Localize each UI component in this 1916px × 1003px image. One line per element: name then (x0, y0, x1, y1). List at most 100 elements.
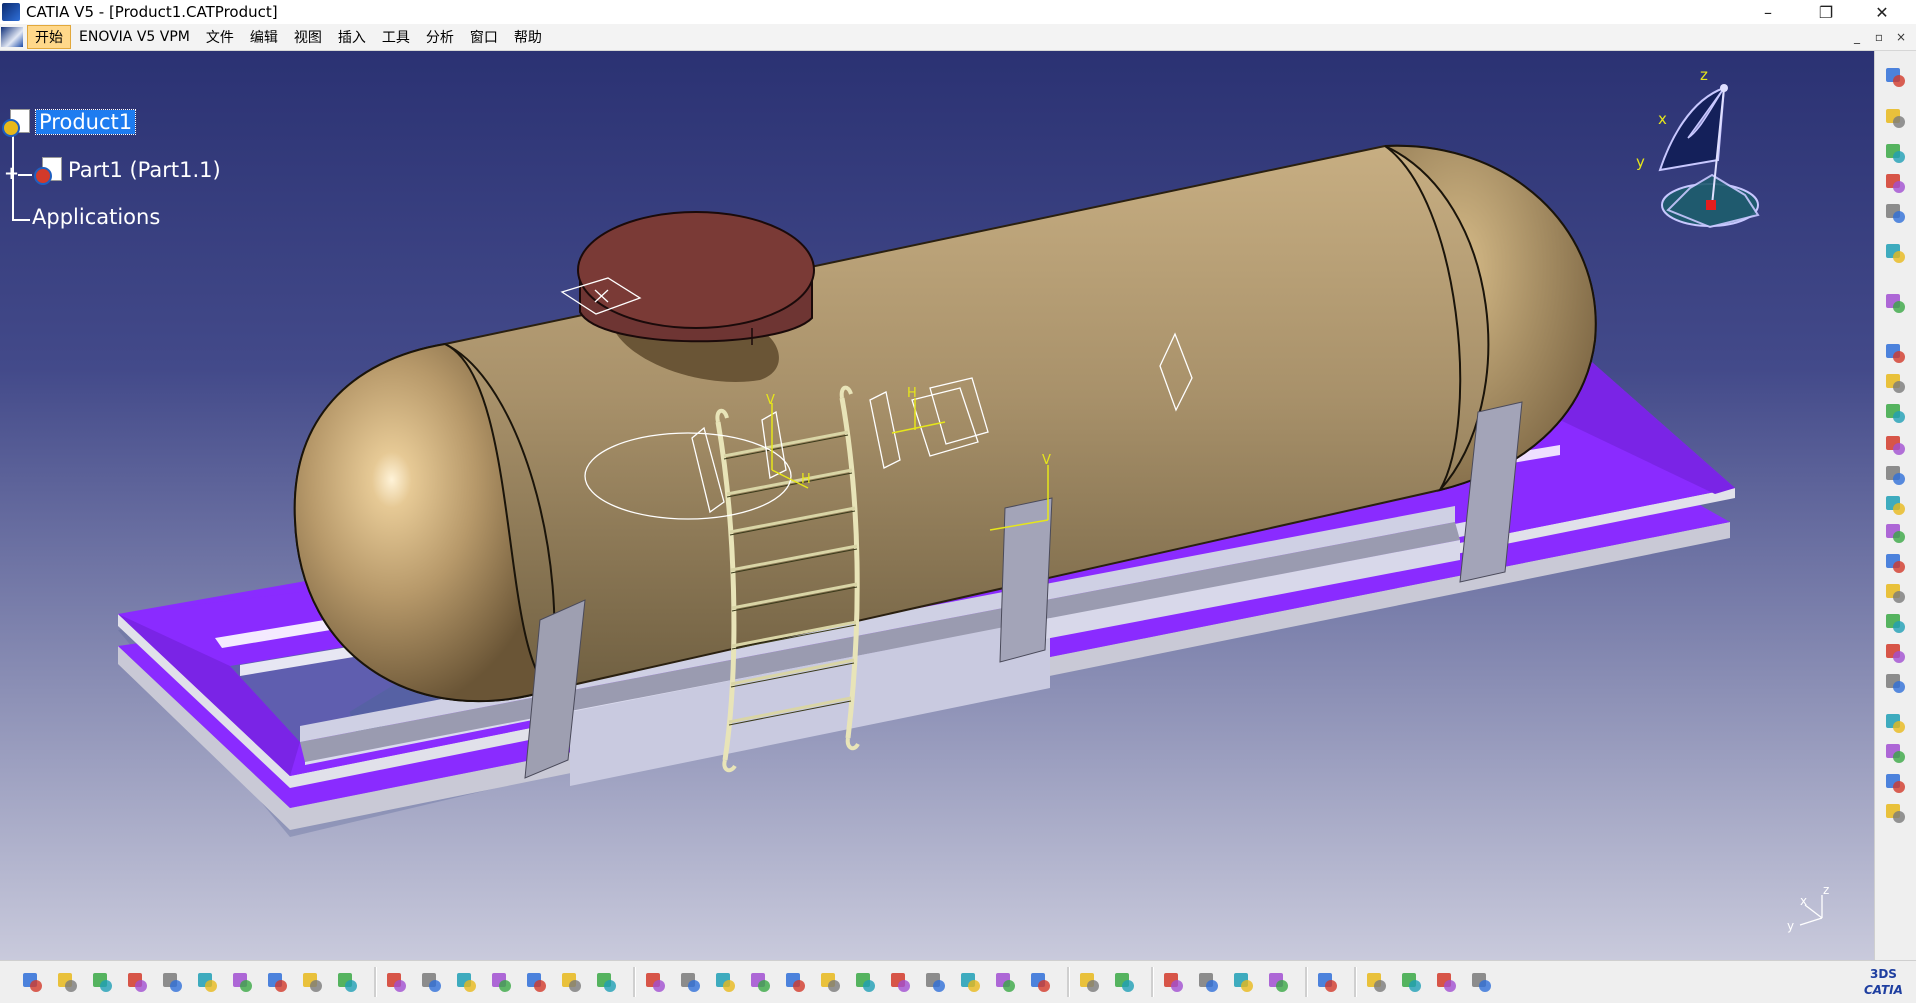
menu-analyze[interactable]: 分析 (418, 25, 462, 49)
rotate-icon[interactable] (748, 970, 772, 994)
render-icon[interactable] (1364, 970, 1388, 994)
zoom-in-icon[interactable] (783, 970, 807, 994)
help-icon[interactable] (335, 970, 359, 994)
right-toolbar (1874, 51, 1916, 960)
menu-window[interactable]: 窗口 (462, 25, 506, 49)
snap-icon[interactable] (1883, 291, 1907, 315)
menu-help[interactable]: 帮助 (506, 25, 550, 49)
doc-restore-button[interactable]: ▫ (1870, 28, 1888, 46)
clash-icon[interactable] (1883, 551, 1907, 575)
update-icon[interactable] (1266, 970, 1290, 994)
color-icon[interactable] (1434, 970, 1458, 994)
menu-enovia[interactable]: ENOVIA V5 VPM (71, 27, 198, 47)
material-icon[interactable] (1399, 970, 1423, 994)
sketch-axis-h-label: H (801, 472, 811, 487)
multi-view-icon[interactable] (888, 970, 912, 994)
sketch-icon[interactable] (1883, 201, 1907, 225)
scene-icon[interactable] (1883, 711, 1907, 735)
tree-node-applications[interactable]: Applications (32, 205, 160, 229)
product-gear-icon[interactable] (1883, 401, 1907, 425)
3d-viewport[interactable]: V H V H z x y z x y Product1 + Part1 (Pa… (0, 51, 1874, 960)
tree-applications-label[interactable]: Applications (32, 205, 160, 229)
swap-icon[interactable] (1028, 970, 1052, 994)
measure-item-icon[interactable] (1196, 970, 1220, 994)
grid-icon[interactable] (1469, 970, 1493, 994)
constraint-icon[interactable] (1883, 463, 1907, 487)
document-system-icon[interactable] (1, 27, 23, 47)
snap-move-icon[interactable] (1883, 771, 1907, 795)
menu-edit[interactable]: 编辑 (242, 25, 286, 49)
new-icon[interactable] (20, 970, 44, 994)
annotate-icon[interactable] (1883, 581, 1907, 605)
close-button[interactable]: ✕ (1858, 0, 1906, 24)
menu-start[interactable]: 开始 (27, 25, 71, 49)
catia-app-icon[interactable] (2, 3, 20, 21)
explode-icon[interactable] (1883, 493, 1907, 517)
iso-view-icon[interactable] (923, 970, 947, 994)
formula-icon[interactable] (384, 970, 408, 994)
camera-icon[interactable] (1077, 970, 1101, 994)
manipulate-icon[interactable] (1883, 521, 1907, 545)
table-icon[interactable] (489, 970, 513, 994)
tree-icon[interactable] (524, 970, 548, 994)
menu-file[interactable]: 文件 (198, 25, 242, 49)
compass-y-label: y (1636, 153, 1645, 171)
sketch-icon[interactable] (1883, 171, 1907, 195)
expand-icon[interactable]: + (4, 165, 19, 183)
sketch-icon[interactable] (1883, 141, 1907, 165)
smart-move-icon[interactable] (1883, 801, 1907, 825)
tree-icon[interactable] (1883, 611, 1907, 635)
catalog-icon[interactable] (1112, 970, 1136, 994)
compass-x-label: x (1658, 110, 1667, 128)
product-icon (2, 107, 32, 137)
menu-tools[interactable]: 工具 (374, 25, 418, 49)
doc-close-button[interactable]: × (1892, 28, 1910, 46)
view-icon[interactable] (594, 970, 618, 994)
replace-icon[interactable] (1883, 433, 1907, 457)
measure-icon[interactable] (454, 970, 478, 994)
doc-minimize-button[interactable]: _ (1848, 28, 1866, 46)
comment-icon[interactable] (419, 970, 443, 994)
move-icon[interactable] (1883, 741, 1907, 765)
tree-part1-label[interactable]: Part1 (Part1.1) (68, 158, 221, 182)
pan-icon[interactable] (713, 970, 737, 994)
model-canvas[interactable]: V H V H z x y z x y (0, 51, 1874, 960)
hide-icon[interactable] (993, 970, 1017, 994)
measure-between-icon[interactable] (1161, 970, 1185, 994)
bottom-toolbar: CATIA 3DS (0, 960, 1916, 1003)
print-icon[interactable] (125, 970, 149, 994)
tree-node-root[interactable]: Product1 (2, 107, 137, 137)
orientation-compass[interactable]: z x y (1636, 66, 1760, 229)
inertia-icon[interactable] (1231, 970, 1255, 994)
fly-icon[interactable] (643, 970, 667, 994)
menu-insert[interactable]: 插入 (330, 25, 374, 49)
sketch-icon[interactable] (1883, 106, 1907, 130)
copy-icon[interactable] (195, 970, 219, 994)
view-icon[interactable] (559, 970, 583, 994)
undo-icon[interactable] (265, 970, 289, 994)
bill-icon[interactable] (1883, 641, 1907, 665)
compass-z-label: z (1700, 66, 1708, 84)
fit-all-icon[interactable] (678, 970, 702, 994)
cut-icon[interactable] (160, 970, 184, 994)
paste-icon[interactable] (230, 970, 254, 994)
save-icon[interactable] (90, 970, 114, 994)
mini-axis-x-label: x (1800, 894, 1807, 908)
plane-icon[interactable] (1315, 970, 1339, 994)
product-gear-icon[interactable] (1883, 371, 1907, 395)
product-gear-icon[interactable] (1883, 341, 1907, 365)
normal-view-icon[interactable] (853, 970, 877, 994)
tree-root-label[interactable]: Product1 (34, 109, 137, 135)
redo-icon[interactable] (300, 970, 324, 994)
tree-node-part1[interactable]: Part1 (Part1.1) (34, 155, 221, 185)
toolbar-separator (1151, 967, 1154, 997)
shading-icon[interactable] (958, 970, 982, 994)
catalog-icon[interactable] (1883, 671, 1907, 695)
settings-icon[interactable] (1883, 65, 1907, 89)
menu-view[interactable]: 视图 (286, 25, 330, 49)
zoom-out-icon[interactable] (818, 970, 842, 994)
open-icon[interactable] (55, 970, 79, 994)
restore-button[interactable]: ❐ (1802, 0, 1850, 24)
minimize-button[interactable]: – (1744, 0, 1792, 24)
select-arrow-icon[interactable] (1883, 241, 1907, 265)
